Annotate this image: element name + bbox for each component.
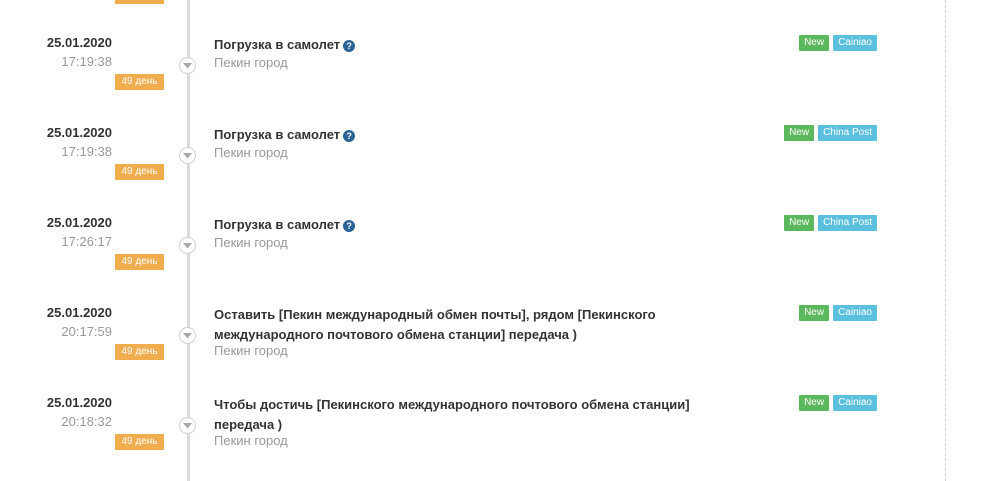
status-badge: New (799, 305, 830, 321)
days-badge: 49 день (115, 254, 164, 270)
event-location: Пекин город (214, 433, 288, 448)
timeline-event: 25.01.2020 20:18:32 49 день Чтобы достич… (0, 395, 945, 475)
event-title-line: передача ) (214, 417, 283, 432)
event-title-line: Чтобы достичь [Пекинского международного… (214, 397, 690, 412)
timeline-node (179, 147, 196, 164)
event-time: 17:26:17 (61, 234, 112, 249)
event-date: 25.01.2020 (46, 35, 112, 50)
previous-days-badge (115, 0, 164, 4)
status-badge: New (799, 395, 830, 411)
event-date: 25.01.2020 (46, 215, 112, 230)
event-location: Пекин город (214, 235, 288, 250)
timeline-node (179, 57, 196, 74)
event-time: 20:17:59 (61, 324, 112, 339)
chevron-down-icon (183, 153, 192, 159)
event-badges: New Cainiao (799, 305, 877, 321)
event-title: Погрузка в самолет? (214, 35, 754, 55)
carrier-badge: Cainiao (833, 35, 877, 51)
chevron-down-icon (183, 63, 192, 69)
event-date: 25.01.2020 (46, 305, 112, 320)
timeline-event: 25.01.2020 17:19:38 49 день Погрузка в с… (0, 125, 945, 205)
event-badges: New Cainiao (799, 35, 877, 51)
timeline-event: 25.01.2020 17:26:17 49 день Погрузка в с… (0, 215, 945, 295)
panel-right-border (945, 0, 946, 481)
event-title: Чтобы достичь [Пекинского международного… (214, 395, 754, 435)
days-badge: 49 день (115, 344, 164, 360)
carrier-badge: Cainiao (833, 305, 877, 321)
chevron-down-icon (183, 243, 192, 249)
event-title-line: международного почтового обмена станции]… (214, 327, 577, 342)
event-title-text: Погрузка в самолет (214, 127, 341, 142)
event-badges: New China Post (784, 125, 877, 141)
event-location: Пекин город (214, 55, 288, 70)
status-badge: New (799, 35, 830, 51)
timeline-node (179, 327, 196, 344)
event-location: Пекин город (214, 145, 288, 160)
status-badge: New (784, 215, 815, 231)
days-badge: 49 день (115, 164, 164, 180)
event-title-line: Оставить [Пекин международный обмен почт… (214, 307, 656, 322)
chevron-down-icon (183, 423, 192, 429)
event-title: Погрузка в самолет? (214, 125, 754, 145)
timeline-event: 25.01.2020 20:17:59 49 день Оставить [Пе… (0, 305, 945, 385)
timeline-event: 25.01.2020 17:19:38 49 день Погрузка в с… (0, 35, 945, 115)
event-time: 17:19:38 (61, 144, 112, 159)
event-badges: New Cainiao (799, 395, 877, 411)
days-badge: 49 день (115, 434, 164, 450)
event-title: Оставить [Пекин международный обмен почт… (214, 305, 754, 345)
event-date: 25.01.2020 (46, 125, 112, 140)
carrier-badge: China Post (818, 215, 877, 231)
event-date: 25.01.2020 (46, 395, 112, 410)
event-time: 20:18:32 (61, 414, 112, 429)
carrier-badge: Cainiao (833, 395, 877, 411)
event-location: Пекин город (214, 343, 288, 358)
status-badge: New (784, 125, 815, 141)
question-circle-icon[interactable]: ? (343, 220, 356, 232)
timeline-node (179, 237, 196, 254)
event-badges: New China Post (784, 215, 877, 231)
event-title-text: Погрузка в самолет (214, 37, 341, 52)
event-time: 17:19:38 (61, 54, 112, 69)
event-title-text: Погрузка в самолет (214, 217, 341, 232)
carrier-badge: China Post (818, 125, 877, 141)
question-circle-icon[interactable]: ? (343, 40, 356, 52)
chevron-down-icon (183, 333, 192, 339)
tracking-timeline: 25.01.2020 17:19:38 49 день Погрузка в с… (0, 0, 997, 481)
event-title: Погрузка в самолет? (214, 215, 754, 235)
days-badge: 49 день (115, 74, 164, 90)
timeline-node (179, 417, 196, 434)
question-circle-icon[interactable]: ? (343, 130, 356, 142)
